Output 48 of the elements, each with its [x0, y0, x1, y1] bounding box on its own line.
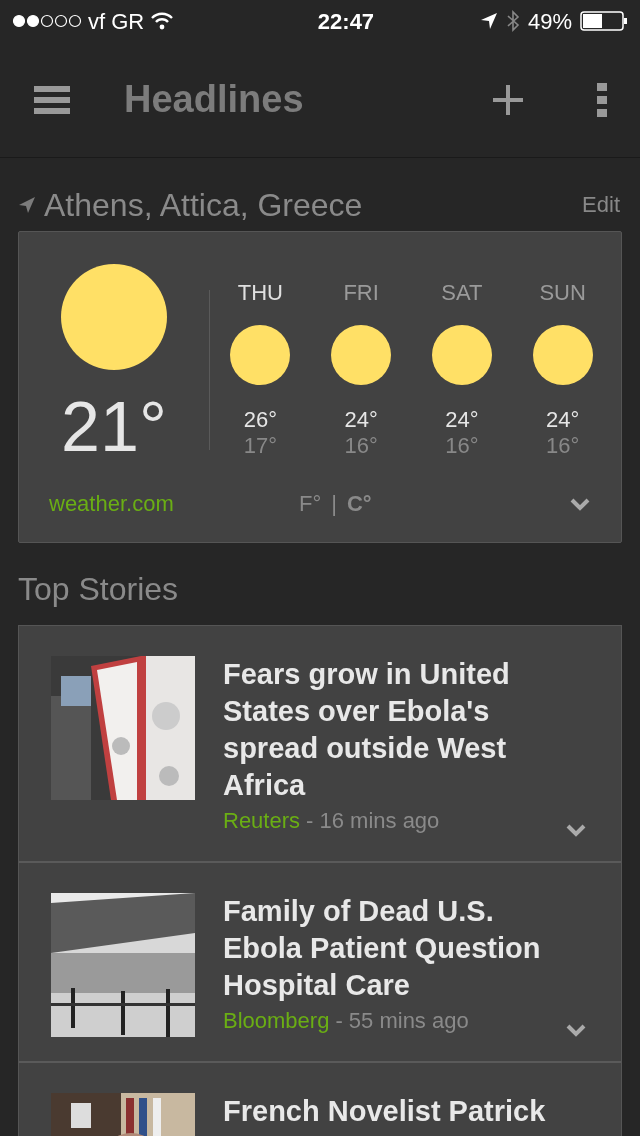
signal-icon: [12, 14, 82, 28]
low-temperature: 17°: [243, 435, 277, 457]
chevron-down-icon[interactable]: [565, 823, 587, 837]
bluetooth-icon: [505, 10, 520, 32]
forecast-day[interactable]: SUN: [539, 276, 586, 309]
low-temperature: 16°: [344, 435, 378, 457]
low-temperature: 16°: [546, 435, 580, 457]
toolbar-title: Headlines: [124, 77, 305, 122]
unit-toggle[interactable]: C°: [346, 487, 372, 520]
story-headline[interactable]: French Novelist Patrick: [223, 1093, 563, 1130]
story-source[interactable]: Bloomberg: [223, 1004, 330, 1037]
story-source[interactable]: Reuters: [223, 804, 301, 837]
high-temperature: 26°: [243, 409, 277, 431]
location-name: Athens, Attica, Greece: [44, 189, 363, 221]
current-temperature: 21°: [61, 392, 167, 462]
location-arrow-icon: [18, 196, 36, 214]
section-title: Top Stories: [17, 570, 180, 609]
sun-icon: [532, 325, 593, 385]
story-headline[interactable]: Family of Dead U.S. Ebola Patient Question Hospital Care: [223, 893, 563, 1004]
sun-icon: [61, 264, 167, 370]
chevron-down-icon[interactable]: [565, 1023, 587, 1037]
battery-percent: 49%: [527, 7, 572, 36]
clock-time: 22:47: [316, 7, 376, 36]
low-temperature: 16°: [445, 435, 479, 457]
edit-link[interactable]: Edit: [582, 188, 620, 221]
sun-icon: [331, 325, 392, 385]
sun-icon: [431, 325, 492, 385]
wifi-icon: [150, 12, 175, 30]
more-vertical-icon[interactable]: [597, 82, 607, 117]
forecast-day[interactable]: FRI: [343, 276, 379, 309]
story-time: - 55 mins ago: [335, 1007, 469, 1035]
battery-icon: [580, 11, 628, 31]
forecast-day[interactable]: SAT: [441, 276, 483, 309]
sun-icon: [230, 325, 291, 385]
high-temperature: 24°: [344, 409, 378, 431]
unit-separator: |: [331, 490, 337, 518]
story-headline[interactable]: Fears grow in United States over Ebola's spread outside West Africa: [223, 656, 563, 804]
high-temperature: 24°: [445, 409, 479, 431]
carrier-name: vf GR: [88, 7, 145, 36]
menu-icon[interactable]: [34, 85, 70, 114]
location-arrow-icon: [479, 12, 498, 30]
story-time: - 16 mins ago: [306, 807, 440, 835]
chevron-down-icon[interactable]: [569, 496, 591, 511]
forecast-day[interactable]: THU: [237, 276, 283, 309]
high-temperature: 24°: [546, 409, 580, 431]
unit-toggle[interactable]: F°: [299, 487, 322, 520]
plus-icon[interactable]: [493, 84, 523, 115]
weather-source-link[interactable]: weather.com: [49, 487, 299, 520]
